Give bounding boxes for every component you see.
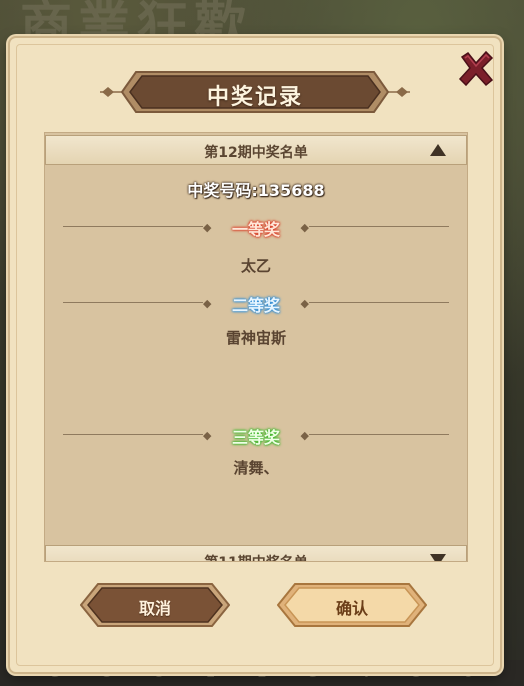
tier-label-third: 三等奖 [231, 428, 280, 447]
prize-list-panel[interactable]: 第12期中奖名单 中奖号码:135688 ◆ 一等奖 ◆ 太乙 ◆ 二等奖 ◆ … [44, 132, 468, 562]
winner-list-third: 清舞、 [233, 459, 279, 477]
diamond-ornament-icon: ◆ [300, 221, 309, 234]
tier-label-second: 二等奖 [231, 296, 280, 315]
close-button[interactable] [456, 49, 496, 89]
winner-list-second: 雷神宙斯 [225, 329, 286, 347]
confirm-button[interactable]: 确认 [277, 582, 427, 628]
divider-line [309, 434, 449, 435]
cancel-button[interactable]: 取消 [80, 582, 230, 628]
winning-number: 中奖号码:135688 [187, 181, 325, 200]
section-header-period-12[interactable]: 第12期中奖名单 [45, 135, 467, 165]
expand-arrow-icon [430, 554, 446, 561]
collapse-arrow-icon [430, 144, 446, 156]
winner-list-first: 太乙 [240, 257, 271, 275]
divider-line [309, 302, 449, 303]
dialog-title: 中奖记录 [206, 85, 303, 110]
title-banner: 中奖记录 [100, 68, 410, 116]
section-header-period-11[interactable]: 第11期中奖名单 [45, 545, 467, 561]
cancel-button-label: 取消 [138, 599, 171, 618]
section-header-label: 第12期中奖名单 [204, 145, 308, 161]
divider-line [309, 226, 449, 227]
diamond-ornament-icon: ◆ [300, 297, 309, 310]
confirm-button-label: 确认 [335, 599, 368, 618]
section-header-label: 第11期中奖名单 [46, 552, 466, 561]
diamond-ornament-icon: ◆ [300, 429, 309, 442]
prize-tier-divider: ◆ 一等奖 ◆ [63, 217, 449, 239]
tier-label-first: 一等奖 [231, 220, 280, 239]
prize-tier-divider: ◆ 三等奖 ◆ [63, 425, 449, 447]
close-x-icon [458, 50, 494, 87]
prize-tier-divider: ◆ 二等奖 ◆ [63, 293, 449, 315]
